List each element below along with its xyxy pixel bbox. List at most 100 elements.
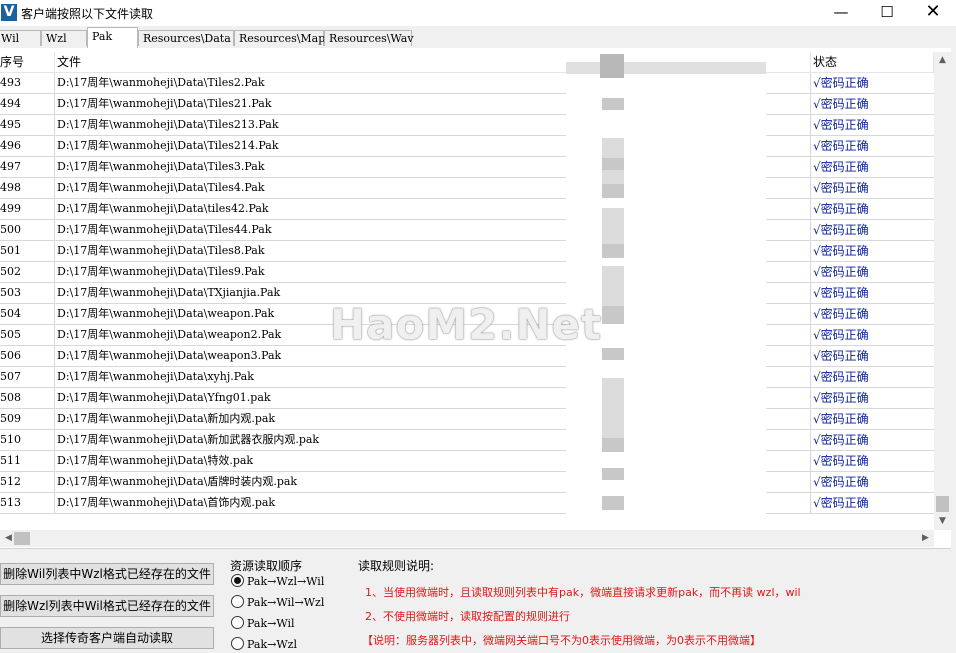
file-list[interactable]: 序号 文件 状态 493 D:\17周年\wanmoheji\Data\Tiles… [0,48,951,549]
column-divider [810,262,811,282]
row-status: √密码正确 [813,244,869,258]
column-divider [810,94,811,114]
radio-icon[interactable] [231,616,244,629]
scroll-up-icon[interactable]: ▲ [934,52,951,69]
column-divider [810,325,811,345]
row-status: √密码正确 [813,181,869,195]
row-index: 502 [0,265,21,278]
row-index: 508 [0,391,21,404]
app-icon: V [1,4,17,21]
row-file-path: D:\17周年\wanmoheji\Data\Tiles4.Pak [57,181,265,194]
column-divider [810,220,811,240]
table-row[interactable]: 493 D:\17周年\wanmoheji\Data\Tiles2.Pak √密码正… [0,73,934,94]
table-row[interactable]: 509 D:\17周年\wanmoheji\Data\新加内观.pak √密码正确 [0,409,934,430]
column-divider [54,220,55,240]
row-file-path: D:\17周年\wanmoheji\Data\xyhj.Pak [57,370,254,383]
column-divider [54,199,55,219]
vertical-scrollbar[interactable]: ▲ ▼ [934,52,951,530]
scroll-right-icon[interactable]: ▶ [917,530,934,547]
radio-selected-icon[interactable] [231,574,244,587]
close-button[interactable]: ✕ [910,0,956,26]
radio-pak-wzl[interactable]: Pak→Wzl [231,637,297,653]
row-index: 511 [0,454,21,467]
horizontal-scroll-thumb[interactable] [14,532,30,545]
radio-icon[interactable] [231,595,244,608]
row-index: 503 [0,286,21,299]
tab-resources-data[interactable]: Resources\Data [138,30,234,46]
table-row[interactable]: 512 D:\17周年\wanmoheji\Data\盾牌时装内观.pak √密码正… [0,472,934,493]
tab-resources-map[interactable]: Resources\Map [234,30,325,46]
row-index: 500 [0,223,21,236]
column-divider [54,157,55,177]
select-client-button[interactable]: 选择传奇客户端自动读取 [0,627,214,649]
table-row[interactable]: 508 D:\17周年\wanmoheji\Data\Yfng01.pak √密码正… [0,388,934,409]
vertical-scroll-thumb[interactable] [936,496,949,512]
delete-wil-duplicates-button[interactable]: 删除Wil列表中Wzl格式已经存在的文件 [0,563,214,585]
tab-pak[interactable]: Pak [87,27,138,48]
table-row[interactable]: 497 D:\17周年\wanmoheji\Data\Tiles3.Pak √密码正… [0,157,934,178]
row-status: √密码正确 [813,139,869,153]
watermark: HaoM2.Net [330,300,603,349]
row-status: √密码正确 [813,202,869,216]
row-status: √密码正确 [813,118,869,132]
tab-wil[interactable]: Wil [0,30,41,46]
table-row[interactable]: 511 D:\17周年\wanmoheji\Data\特效.pak √密码正确 [0,451,934,472]
header-index[interactable]: 序号 [0,52,55,72]
radio-label: Pak→Wil→Wzl [247,596,325,609]
table-row[interactable]: 501 D:\17周年\wanmoheji\Data\Tiles8.Pak √密码正… [0,241,934,262]
minimize-button[interactable]: — [818,0,864,26]
row-index: 504 [0,307,21,320]
tab-resources-wav[interactable]: Resources\Wav [324,30,414,46]
table-row[interactable]: 496 D:\17周年\wanmoheji\Data\Tiles214.Pak √密… [0,136,934,157]
tab-wzl[interactable]: Wzl [41,30,87,46]
row-status: √密码正确 [813,349,869,363]
row-index: 513 [0,496,21,509]
column-divider [810,241,811,261]
radio-icon[interactable] [231,637,244,650]
column-divider [54,115,55,135]
row-status: √密码正确 [813,370,869,384]
column-divider [810,304,811,324]
table-row[interactable]: 499 D:\17周年\wanmoheji\Data\tiles42.Pak √密码… [0,199,934,220]
title-bar: V 客户端按照以下文件读取 — ☐ ✕ [0,0,956,26]
column-divider [54,178,55,198]
maximize-button[interactable]: ☐ [864,0,910,26]
row-index: 494 [0,97,21,110]
row-index: 495 [0,118,21,131]
column-divider [54,367,55,387]
radio-pak-wzl-wil[interactable]: Pak→Wzl→Wil [231,574,324,590]
scroll-down-icon[interactable]: ▼ [934,513,951,530]
row-status: √密码正确 [813,475,869,489]
column-divider [810,409,811,429]
radio-pak-wil[interactable]: Pak→Wil [231,616,295,632]
row-file-path: D:\17周年\wanmoheji\Data\新加武器衣服内观.pak [57,433,320,446]
row-index: 493 [0,76,21,89]
column-divider [810,367,811,387]
row-status: √密码正确 [813,265,869,279]
table-row[interactable]: 507 D:\17周年\wanmoheji\Data\xyhj.Pak √密码正确 [0,367,934,388]
radio-pak-wil-wzl[interactable]: Pak→Wil→Wzl [231,595,324,611]
column-divider [810,346,811,366]
row-status: √密码正确 [813,307,869,321]
table-row[interactable]: 500 D:\17周年\wanmoheji\Data\Tiles44.Pak √密码… [0,220,934,241]
column-divider [810,73,811,93]
column-divider [810,451,811,471]
column-divider [54,493,55,513]
table-row[interactable]: 494 D:\17周年\wanmoheji\Data\Tiles21.Pak √密码… [0,94,934,115]
row-status: √密码正确 [813,412,869,426]
table-row[interactable]: 498 D:\17周年\wanmoheji\Data\Tiles4.Pak √密码正… [0,178,934,199]
column-divider [54,409,55,429]
rule-line-2: 2、不使用微端时，读取按配置的规则进行 [365,610,570,623]
column-divider [810,388,811,408]
row-status: √密码正确 [813,391,869,405]
table-row[interactable]: 495 D:\17周年\wanmoheji\Data\Tiles213.Pak √密… [0,115,934,136]
row-index: 505 [0,328,21,341]
table-row[interactable]: 510 D:\17周年\wanmoheji\Data\新加武器衣服内观.pak √密… [0,430,934,451]
delete-wzl-duplicates-button[interactable]: 删除Wzl列表中Wil格式已经存在的文件 [0,595,214,617]
horizontal-scrollbar[interactable]: ◀ ▶ [0,530,934,547]
radio-label: Pak→Wzl [247,638,297,651]
table-row[interactable]: 513 D:\17周年\wanmoheji\Data\首饰内观.pak √密码正确 [0,493,934,514]
table-row[interactable]: 502 D:\17周年\wanmoheji\Data\Tiles9.Pak √密码正… [0,262,934,283]
row-index: 499 [0,202,21,215]
header-status[interactable]: 状态 [811,52,934,72]
